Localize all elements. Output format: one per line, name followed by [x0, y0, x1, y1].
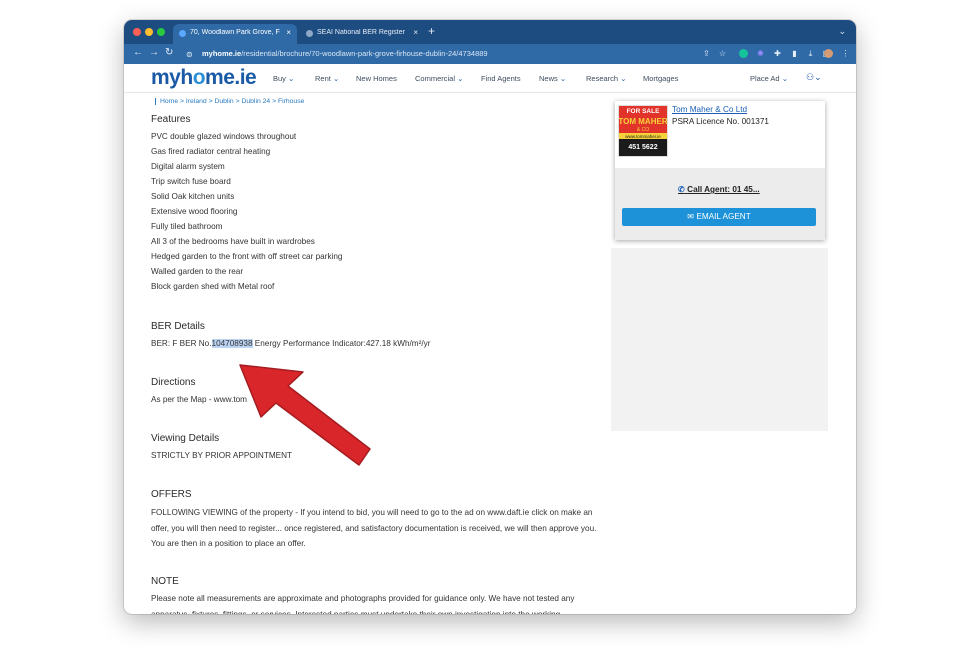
- place-ad-button[interactable]: Place Ad ⌄: [750, 74, 788, 83]
- feature-item: All 3 of the bedrooms have built in ward…: [151, 237, 315, 246]
- agent-logo: FOR SALE TOM MAHER & CO www.tommaher.ie …: [618, 105, 668, 157]
- forward-arrow-icon[interactable]: →: [149, 47, 159, 59]
- agent-contact-panel: [615, 168, 825, 240]
- bookmark-star-icon[interactable]: ☆: [718, 49, 727, 58]
- new-tab-button[interactable]: +: [428, 25, 435, 37]
- tab-bar: 70, Woodlawn Park Grove, Firh × SEAI Nat…: [124, 20, 856, 44]
- directions-heading: Directions: [151, 377, 196, 388]
- breadcrumb-ireland[interactable]: Ireland: [186, 98, 207, 105]
- tab-property-listing[interactable]: 70, Woodlawn Park Grove, Firh ×: [173, 24, 297, 44]
- nav-commercial[interactable]: Commercial ⌄: [415, 74, 463, 83]
- call-agent-link[interactable]: ✆ Call Agent: 01 45...: [678, 184, 760, 194]
- tab-seai-ber-register[interactable]: SEAI National BER Register ×: [300, 24, 424, 44]
- nav-buy[interactable]: Buy ⌄: [273, 74, 294, 83]
- feature-item: Walled garden to the rear: [151, 267, 244, 276]
- phone-icon: ✆: [678, 185, 685, 194]
- ber-number-selected[interactable]: 104708938: [211, 339, 253, 348]
- close-tab-icon[interactable]: ×: [413, 28, 418, 37]
- viewing-heading: Viewing Details: [151, 433, 220, 444]
- site-info-icon[interactable]: ⊜: [186, 49, 193, 61]
- site-header: myhome.ie Buy ⌄ Rent ⌄ New Homes Commerc…: [124, 64, 856, 93]
- feature-item: Block garden shed with Metal roof: [151, 282, 275, 291]
- svg-text:TOM MAHER: TOM MAHER: [619, 117, 667, 126]
- svg-text:www.tommaher.ie: www.tommaher.ie: [625, 134, 661, 139]
- zoom-window-button[interactable]: [157, 28, 165, 36]
- breadcrumb: Home > Ireland > Dublin > Dublin 24 > Fi…: [155, 98, 304, 105]
- nav-research[interactable]: Research ⌄: [586, 74, 627, 83]
- breadcrumb-dublin[interactable]: Dublin: [214, 98, 233, 105]
- user-account-icon[interactable]: ⚇⌄: [806, 72, 822, 83]
- ber-details-text: BER: F BER No.104708938 Energy Performan…: [151, 339, 431, 348]
- address-bar[interactable]: myhome.ie/residential/brochure/70-woodla…: [202, 49, 488, 58]
- globe-favicon-icon: [306, 30, 313, 37]
- feature-item: Fully tiled bathroom: [151, 222, 223, 231]
- grammarly-extension-icon[interactable]: [739, 49, 748, 58]
- feature-item: Trip switch fuse board: [151, 177, 231, 186]
- shield-favicon-icon: [179, 30, 186, 37]
- svg-text:451 5622: 451 5622: [628, 144, 657, 151]
- svg-text:FOR SALE: FOR SALE: [627, 108, 661, 115]
- url-domain: myhome.ie: [202, 49, 242, 58]
- envelope-icon: ✉: [687, 212, 695, 221]
- agent-card: FOR SALE TOM MAHER & CO www.tommaher.ie …: [615, 101, 825, 240]
- features-heading: Features: [151, 114, 191, 125]
- note-text: Please note all measurements are approxi…: [151, 594, 575, 614]
- feature-item: Digital alarm system: [151, 162, 225, 171]
- directions-text: As per the Map - www.tom: [151, 395, 248, 404]
- email-agent-button[interactable]: ✉ EMAIL AGENT: [622, 208, 816, 226]
- avatar-icon[interactable]: [824, 49, 833, 58]
- extension-icon[interactable]: ✺: [756, 49, 765, 58]
- puzzle-extensions-icon[interactable]: ✚: [773, 49, 782, 58]
- breadcrumb-firhouse[interactable]: Firhouse: [278, 98, 304, 105]
- for-sale-sign-logo: FOR SALE TOM MAHER & CO www.tommaher.ie …: [618, 106, 668, 156]
- agent-licence: PSRA Licence No. 001371: [672, 117, 769, 126]
- feature-item: Hedged garden to the front with off stre…: [151, 252, 343, 261]
- nav-news[interactable]: News ⌄: [539, 74, 566, 83]
- more-menu-icon[interactable]: ⋮: [841, 49, 850, 58]
- close-window-button[interactable]: [133, 28, 141, 36]
- browser-toolbar: ← → ↻ ⊜ myhome.ie/residential/brochure/7…: [124, 44, 856, 64]
- download-icon[interactable]: ⤓: [806, 49, 815, 58]
- tab-search-chevron-icon[interactable]: ⌄: [838, 26, 846, 37]
- url-path: /residential/brochure/70-woodlawn-park-g…: [241, 49, 488, 58]
- breadcrumb-home[interactable]: Home: [160, 98, 178, 105]
- nav-rent[interactable]: Rent ⌄: [315, 74, 339, 83]
- breadcrumb-dublin-24[interactable]: Dublin 24: [241, 98, 270, 105]
- feature-item: PVC double glazed windows throughout: [151, 132, 297, 141]
- myhome-logo[interactable]: myhome.ie: [151, 66, 257, 90]
- reload-icon[interactable]: ↻: [165, 47, 173, 59]
- share-icon[interactable]: ⇪: [702, 49, 711, 58]
- nav-find-agents[interactable]: Find Agents: [481, 74, 521, 83]
- feature-item: Solid Oak kitchen units: [151, 192, 235, 201]
- viewing-text: STRICTLY BY PRIOR APPOINTMENT: [151, 451, 293, 460]
- feature-item: Gas fired radiator central heating: [151, 147, 271, 156]
- back-arrow-icon[interactable]: ←: [133, 47, 143, 59]
- minimize-window-button[interactable]: [145, 28, 153, 36]
- ber-heading: BER Details: [151, 321, 205, 332]
- tab-title: SEAI National BER Register: [317, 29, 405, 36]
- note-heading: NOTE: [151, 576, 179, 587]
- agent-name-link[interactable]: Tom Maher & Co Ltd: [672, 105, 747, 114]
- nav-mortgages[interactable]: Mortgages: [643, 74, 678, 83]
- side-panel-icon[interactable]: ▮: [790, 49, 799, 58]
- offers-text: FOLLOWING VIEWING of the property - If y…: [151, 508, 597, 548]
- browser-window: 70, Woodlawn Park Grove, Firh × SEAI Nat…: [124, 20, 856, 614]
- feature-item: Extensive wood flooring: [151, 207, 238, 216]
- close-tab-icon[interactable]: ×: [286, 28, 291, 37]
- nav-new-homes[interactable]: New Homes: [356, 74, 397, 83]
- svg-text:& CO: & CO: [637, 127, 649, 133]
- sidebar-ad-placeholder: [611, 248, 828, 431]
- offers-heading: OFFERS: [151, 489, 192, 500]
- tab-title: 70, Woodlawn Park Grove, Firh: [190, 29, 280, 36]
